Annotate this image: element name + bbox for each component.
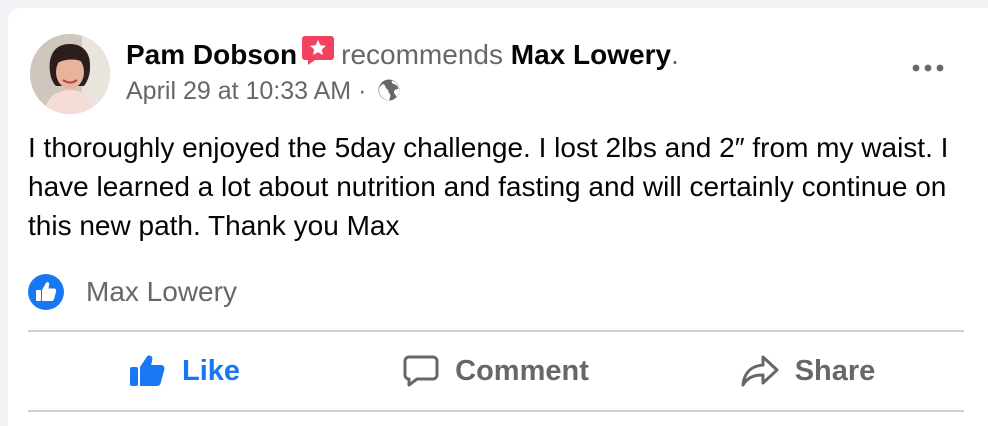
action-bar: Like Comment Share [28,332,964,410]
thumbs-up-icon [129,355,165,386]
divider-bottom [28,410,964,412]
author-avatar[interactable] [30,34,110,114]
globe-icon[interactable] [377,77,401,111]
post-timestamp[interactable]: April 29 at 10:33 AM [126,77,351,105]
comment-label: Comment [455,354,589,387]
comment-bubble-icon [403,355,439,387]
recommend-star-icon [301,34,335,66]
author-name[interactable]: Pam Dobson [126,39,297,70]
share-arrow-icon [741,355,779,387]
post-body-text: I thoroughly enjoyed the 5day challenge.… [28,132,949,241]
avatar-image [30,34,110,114]
recommends-text: recommends [341,39,503,70]
header-period: . [671,39,679,70]
liked-by-name[interactable]: Max Lowery [86,276,237,308]
more-options-icon[interactable] [910,60,946,76]
like-badge-icon [28,274,64,310]
post-card: Pam Dobson recommends Max Lowery. April … [8,8,988,426]
comment-button[interactable]: Comment [340,332,652,410]
meta-separator: · [358,77,367,105]
post-meta: April 29 at 10:33 AM · [126,74,401,111]
share-button[interactable]: Share [652,332,964,410]
like-label: Like [181,354,241,387]
page-name-link[interactable]: Max Lowery [511,39,671,70]
post-header: Pam Dobson recommends Max Lowery. [126,34,679,72]
reaction-summary[interactable]: Max Lowery [28,272,237,312]
like-button[interactable]: Like [28,332,340,410]
share-label: Share [794,354,876,387]
